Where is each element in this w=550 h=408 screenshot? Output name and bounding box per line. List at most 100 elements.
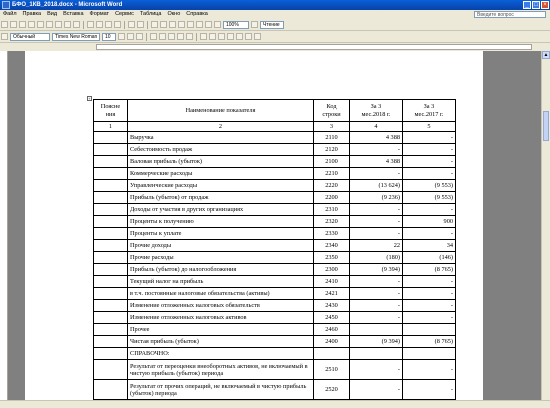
vertical-scrollbar[interactable]: ▲: [541, 51, 550, 401]
open-icon[interactable]: [10, 21, 17, 28]
line-code-cell: 2300: [313, 263, 350, 276]
vertical-ruler[interactable]: [0, 51, 8, 401]
bold-icon[interactable]: [118, 33, 125, 40]
underline-icon[interactable]: [136, 33, 143, 40]
value-2018-cell: -: [349, 215, 403, 228]
value-2018-cell: -: [349, 299, 403, 312]
redo-icon[interactable]: [137, 21, 144, 28]
line-spacing-icon[interactable]: [186, 33, 193, 40]
line-code-cell: 2510: [313, 359, 350, 380]
borders-icon[interactable]: [236, 33, 243, 40]
indicator-name-cell: Прибыль (убыток) от продаж: [127, 191, 314, 204]
print-icon[interactable]: [46, 21, 53, 28]
header-cell: Код строки: [313, 99, 350, 122]
note-cell: [93, 215, 128, 228]
zoom-select[interactable]: 100%: [223, 20, 249, 29]
menu-window[interactable]: Окно: [165, 10, 184, 19]
font-size-select[interactable]: 10: [102, 32, 116, 41]
font-select[interactable]: Times New Roman: [52, 32, 100, 41]
line-code-cell: 2330: [313, 227, 350, 240]
toolbar-separator: [147, 20, 148, 29]
menu-edit[interactable]: Правка: [20, 10, 45, 19]
styles-pane-icon[interactable]: [1, 33, 8, 40]
note-cell: [93, 203, 128, 216]
line-code-cell: 2421: [313, 287, 350, 300]
status-bar: [0, 400, 550, 408]
header-cell: За 3 мес.2017 г.: [402, 99, 456, 122]
menu-insert[interactable]: Вставка: [60, 10, 86, 19]
value-2017-cell: -: [402, 359, 456, 380]
undo-icon[interactable]: [128, 21, 135, 28]
title-bar: БФО_1КВ_2018.docx - Microsoft Word _ □ ×: [0, 0, 550, 10]
research-icon[interactable]: [73, 21, 80, 28]
indicator-name-cell: Результат от переоценки внеоборотных акт…: [127, 359, 314, 380]
scroll-thumb[interactable]: [543, 111, 549, 141]
increase-indent-icon[interactable]: [227, 33, 234, 40]
value-2018-cell: (13 624): [349, 179, 403, 192]
align-center-icon[interactable]: [159, 33, 166, 40]
show-hide-icon[interactable]: [214, 21, 221, 28]
drawing-icon[interactable]: [196, 21, 203, 28]
scroll-up-icon[interactable]: ▲: [542, 51, 550, 59]
read-button[interactable]: Чтение: [260, 20, 284, 29]
line-code-cell: 2310: [313, 203, 350, 216]
menu-table[interactable]: Таблица: [137, 10, 165, 19]
highlight-icon[interactable]: [245, 33, 252, 40]
minimize-icon[interactable]: _: [523, 1, 531, 9]
email-icon[interactable]: [37, 21, 44, 28]
align-right-icon[interactable]: [168, 33, 175, 40]
help-search-input[interactable]: Введите вопрос: [474, 11, 546, 18]
font-color-icon[interactable]: [254, 33, 261, 40]
tables-borders-icon[interactable]: [160, 21, 167, 28]
note-cell: [93, 311, 128, 324]
value-2018-cell: (9 394): [349, 335, 403, 348]
menu-help[interactable]: Справка: [183, 10, 211, 19]
value-2017-cell: (8 765): [402, 335, 456, 348]
style-select[interactable]: Обычный: [10, 32, 50, 41]
align-left-icon[interactable]: [150, 33, 157, 40]
save-icon[interactable]: [19, 21, 26, 28]
value-2017-cell: -: [402, 227, 456, 240]
table-row: Проценты к уплате 2330- -: [93, 227, 456, 240]
menu-format[interactable]: Формат: [87, 10, 113, 19]
help-icon[interactable]: [251, 21, 258, 28]
note-cell: [93, 263, 128, 276]
document-page[interactable]: + Поясне ния Наименование показателя Код с…: [25, 51, 483, 401]
insert-excel-icon[interactable]: [178, 21, 185, 28]
ruler-scale[interactable]: [96, 44, 532, 50]
note-cell: [93, 155, 128, 168]
format-painter-icon[interactable]: [114, 21, 121, 28]
spelling-icon[interactable]: [64, 21, 71, 28]
value-2018-cell: -: [349, 203, 403, 216]
table-row: Результат от прочих операций, не включае…: [93, 379, 456, 400]
menu-tools[interactable]: Сервис: [112, 10, 137, 19]
indicator-name-cell: Результат от прочих операций, не включае…: [127, 379, 314, 400]
numbering-icon[interactable]: [200, 33, 207, 40]
hyperlink-icon[interactable]: [151, 21, 158, 28]
note-cell: [93, 335, 128, 348]
document-map-icon[interactable]: [205, 21, 212, 28]
value-2017-cell: 900: [402, 215, 456, 228]
table-move-handle-icon[interactable]: +: [87, 96, 92, 101]
insert-table-icon[interactable]: [169, 21, 176, 28]
menu-file[interactable]: Файл: [0, 10, 20, 19]
line-code-cell: 2430: [313, 299, 350, 312]
justify-icon[interactable]: [177, 33, 184, 40]
paste-icon[interactable]: [105, 21, 112, 28]
table-row: Управленческие расходы 2220 (13 624) (9 553…: [93, 179, 456, 192]
cut-icon[interactable]: [87, 21, 94, 28]
menu-view[interactable]: Вид: [44, 10, 60, 19]
decrease-indent-icon[interactable]: [218, 33, 225, 40]
print-preview-icon[interactable]: [55, 21, 62, 28]
columns-icon[interactable]: [187, 21, 194, 28]
note-cell: [93, 239, 128, 252]
permission-icon[interactable]: [28, 21, 35, 28]
new-document-icon[interactable]: [1, 21, 8, 28]
note-cell: [93, 167, 128, 180]
close-icon[interactable]: ×: [541, 1, 549, 9]
italic-icon[interactable]: [127, 33, 134, 40]
copy-icon[interactable]: [96, 21, 103, 28]
value-2018-cell: (9 236): [349, 191, 403, 204]
maximize-icon[interactable]: □: [532, 1, 540, 9]
bullets-icon[interactable]: [209, 33, 216, 40]
